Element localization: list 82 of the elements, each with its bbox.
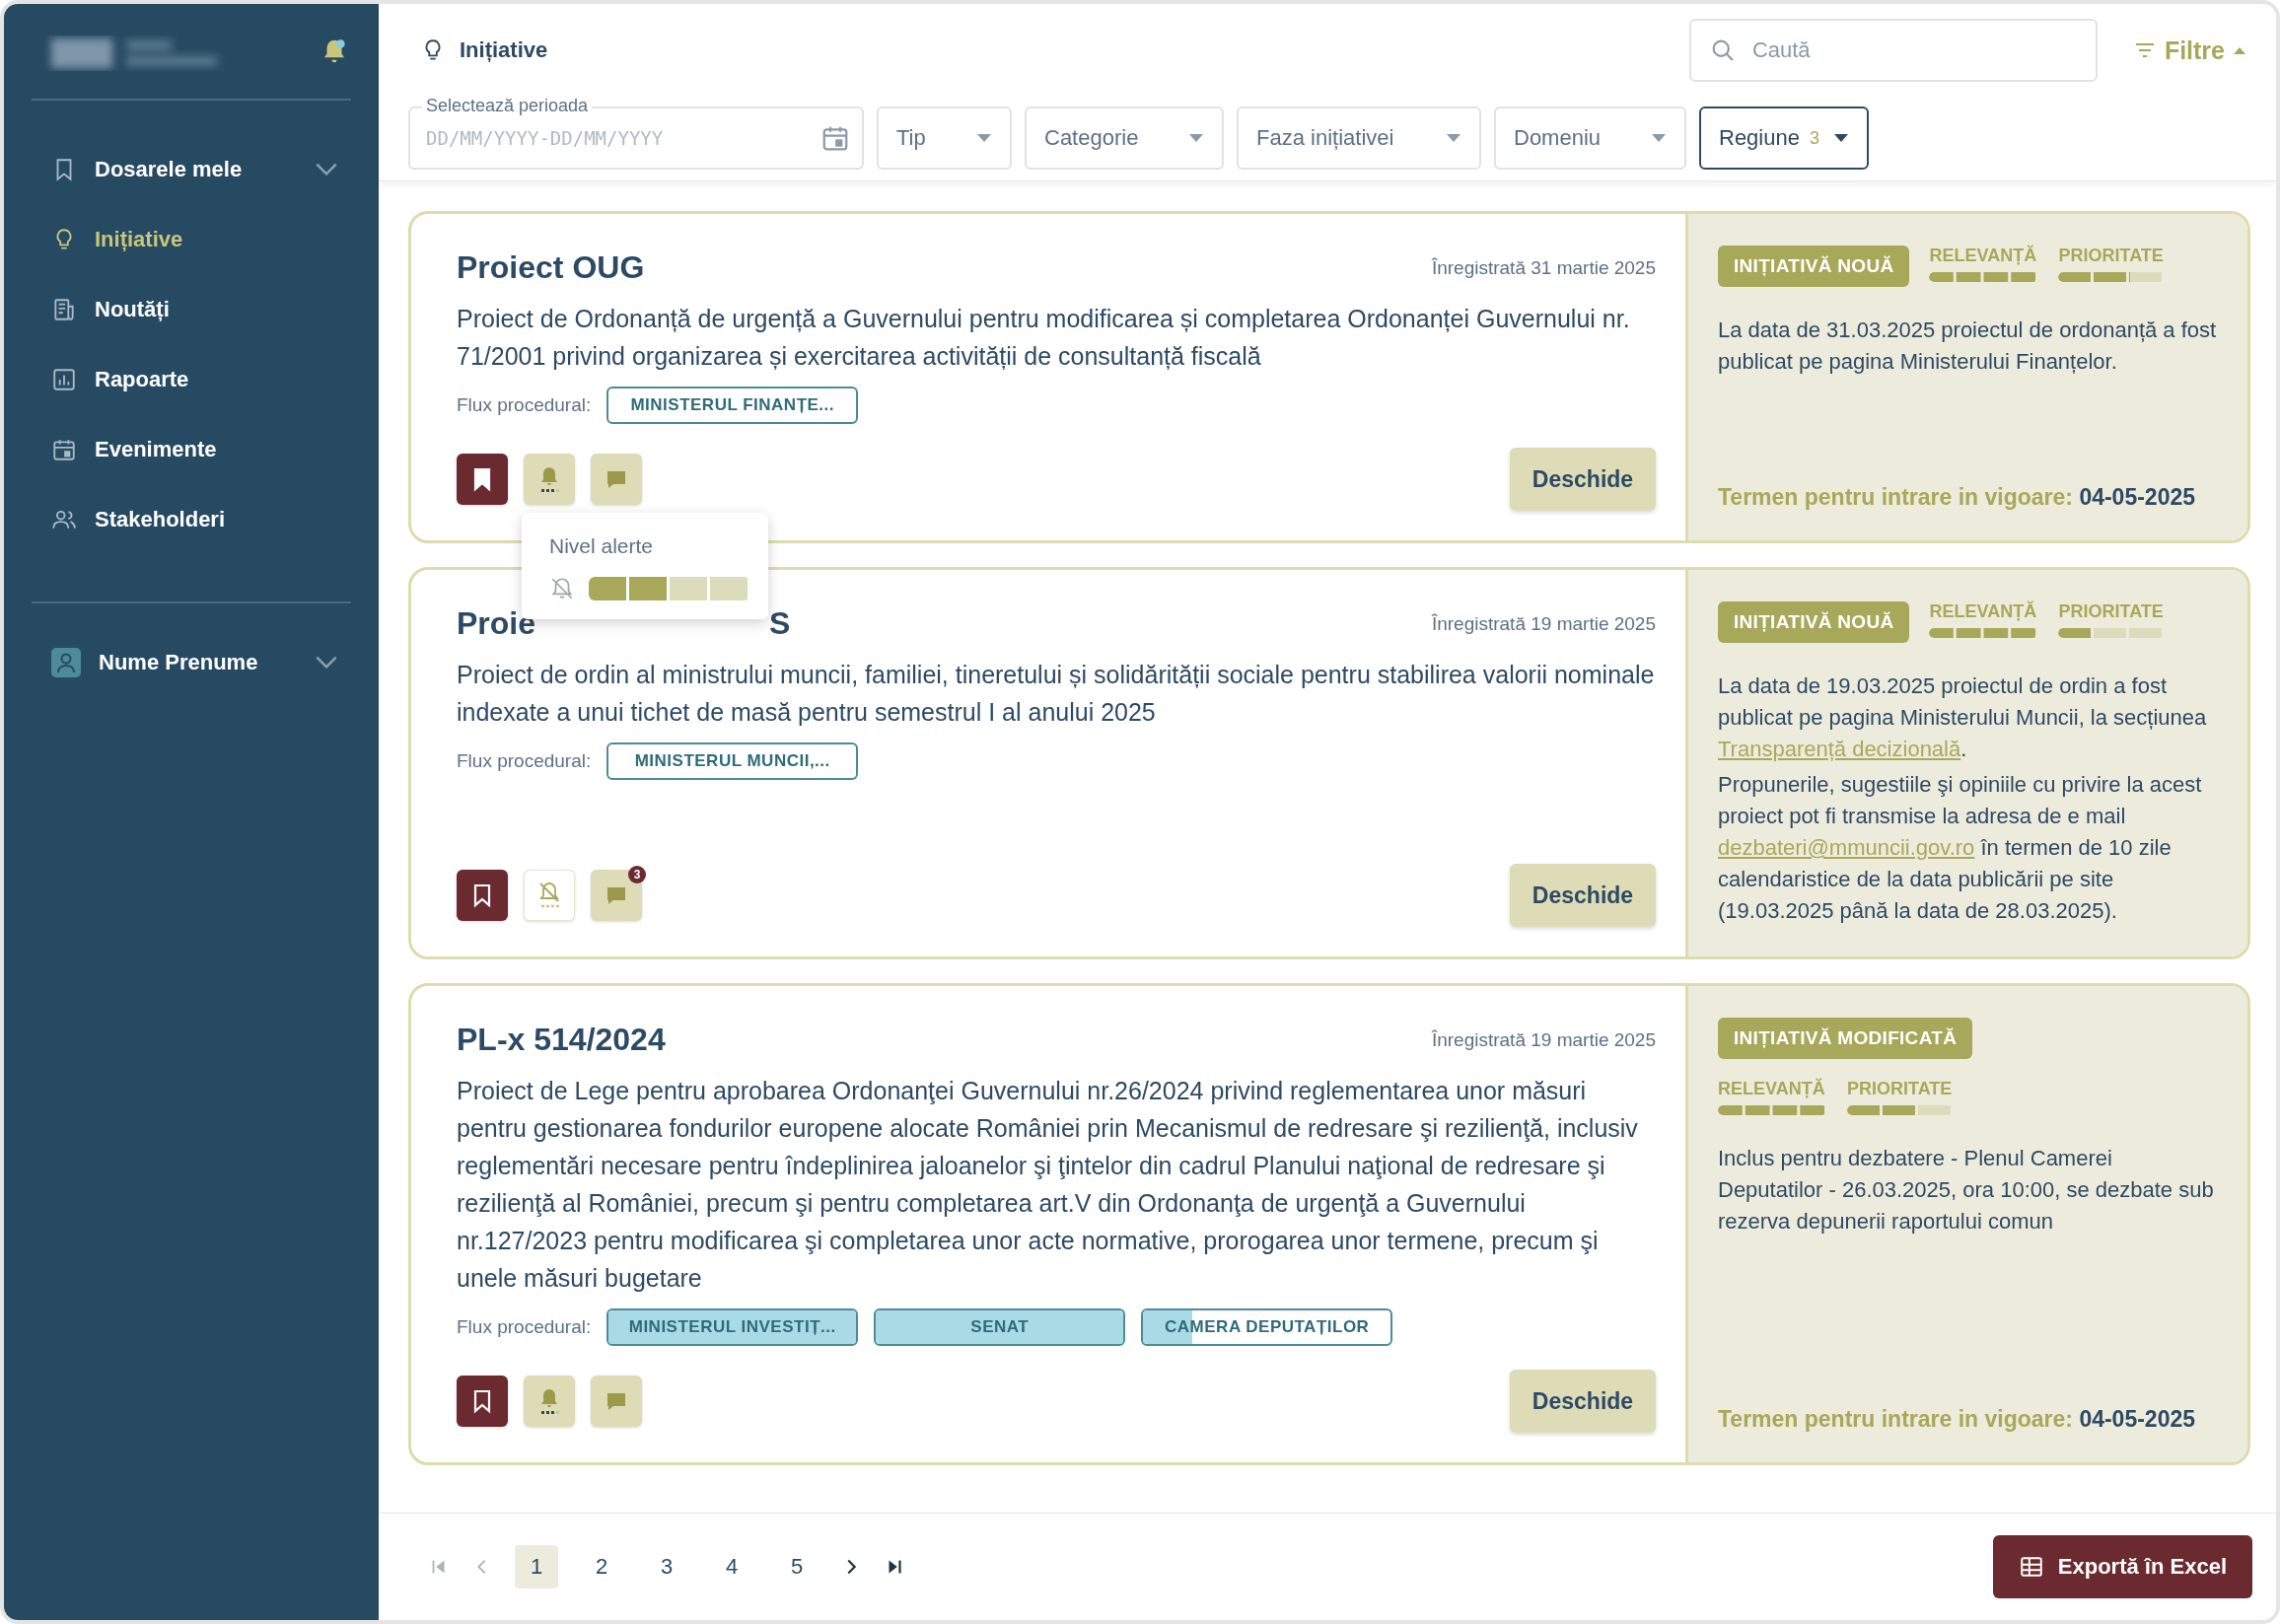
card-title: Proie	[457, 605, 537, 642]
sidebar-item[interactable]: Noutăți	[32, 280, 351, 338]
filter-dropdown[interactable]: Tip	[877, 106, 1012, 170]
bookmark-button[interactable]	[457, 454, 508, 505]
flux-label: Flux procedural:	[457, 394, 592, 416]
level-label: RELEVANȚĂ	[1929, 246, 2038, 266]
flux-label: Flux procedural:	[457, 750, 592, 772]
popover-title: Nivel alerte	[549, 534, 655, 558]
bookmark-icon	[471, 1388, 493, 1414]
registered-date: Înregistrată 19 martie 2025	[1431, 1028, 1656, 1051]
alerts-button[interactable]	[524, 454, 575, 505]
page-button[interactable]: 3	[645, 1545, 688, 1589]
search-field[interactable]: Caută	[1688, 19, 2098, 82]
status-badge: INIȚIATIVĂ MODIFICATĂ	[1718, 1018, 1973, 1059]
sidebar-item[interactable]: Stakeholderi	[32, 490, 351, 548]
flux-tag[interactable]: SENAT	[874, 1308, 1126, 1346]
caret-up-icon	[2233, 45, 2246, 55]
caret-down-icon	[1188, 133, 1204, 143]
bookmark-icon	[471, 883, 493, 908]
user-menu[interactable]: Nume Prenume	[32, 633, 351, 691]
sidebar-item[interactable]: Dosarele mele	[32, 140, 351, 198]
note-text: Inclus pentru dezbatere - Plenul Camerei Deputatilor - 26.03.2025, ora 10:00, se dezbate sub rezerva depunerii raportului comun	[1718, 1145, 2215, 1236]
news-icon	[51, 296, 77, 322]
level-label: PRIORITATE	[2058, 601, 2165, 622]
alerts-button[interactable]	[524, 870, 575, 921]
sidebar-item[interactable]: Rapoarte	[32, 350, 351, 408]
level-label: RELEVANȚĂ	[1929, 601, 2038, 622]
export-button[interactable]: Exportă în Excel	[1992, 1535, 2252, 1598]
open-button[interactable]: Deschide	[1510, 448, 1656, 511]
avatar-icon	[51, 647, 81, 677]
open-button[interactable]: Deschide	[1510, 864, 1656, 927]
caret-down-icon	[1446, 133, 1461, 143]
note-text: La data de 19.03.2025 proiectul de ordin a fost publicat pe pagina Ministerului Muncii, la secțiunea Transparență decizională.	[1718, 672, 2208, 763]
flux-label: Flux procedural:	[457, 1316, 592, 1338]
status-badge: INIȚIATIVĂ NOUĂ	[1718, 246, 1910, 287]
bookmark-icon	[471, 466, 493, 492]
card-description: Proiect de Ordonanță de urgență a Guvernului pentru modificarea și completarea Ordonanței Guvernului nr. 71/2001 privind organizarea și exercitarea activității de consultanță fiscală	[457, 304, 1631, 372]
sidebar-item[interactable]: Inițiative	[32, 210, 351, 268]
card-title: Proiect OUG	[457, 249, 645, 286]
note-text: La data de 31.03.2025 proiectul de ordonanță a fost publicat pe pagina Ministerului Finanțelor.	[1718, 317, 2218, 376]
deadline-text: Termen pentru intrare in vigoare: 04-05-2025	[1718, 483, 2197, 511]
page-title: Inițiative	[460, 37, 548, 63]
bookmark-button[interactable]	[457, 1376, 508, 1427]
caret-down-icon	[976, 133, 992, 143]
filter-dropdown[interactable]: Domeniu	[1494, 106, 1686, 170]
bookmark-button[interactable]	[457, 870, 508, 921]
alert-level-meter[interactable]	[589, 577, 750, 600]
page-button[interactable]: 2	[580, 1545, 623, 1589]
comments-button[interactable]	[591, 454, 642, 505]
card-title: S	[769, 605, 791, 642]
page-button[interactable]: 4	[710, 1545, 753, 1589]
caret-down-icon	[1651, 133, 1667, 143]
comment-count-badge: 3	[628, 866, 646, 883]
flux-tag[interactable]: MINISTERUL INVESTIȚ...	[606, 1308, 859, 1346]
card-title: PL-x 514/2024	[457, 1022, 666, 1058]
comments-button[interactable]	[591, 1376, 642, 1427]
level-label: PRIORITATE	[2058, 246, 2165, 266]
registered-date: Înregistrată 31 martie 2025	[1431, 256, 1656, 279]
alerts-button[interactable]	[524, 1376, 575, 1427]
page-button[interactable]: 1	[515, 1545, 558, 1589]
chevron-down-icon	[316, 656, 337, 669]
bell-off-icon[interactable]	[549, 576, 575, 601]
filter-dropdown[interactable]: Faza inițiativei	[1237, 106, 1481, 170]
filter-dropdown[interactable]: Regiune 3	[1699, 106, 1869, 170]
page-button[interactable]: 5	[775, 1545, 819, 1589]
sidebar-item[interactable]: Evenimente	[32, 420, 351, 478]
filter-dropdown[interactable]: Categorie	[1025, 106, 1224, 170]
caret-down-icon	[1832, 133, 1849, 143]
flux-tag[interactable]: CAMERA DEPUTAȚILOR	[1141, 1308, 1393, 1346]
card-description: Proiect de ordin al ministrului muncii, familiei, tineretului și solidărității sociale pentru stabilirea valorii nominale indexate a unui tichet de masă pentru semestrul I al anului 2025	[457, 660, 1656, 728]
deadline-text: Termen pentru intrare in vigoare: 04-05-2025	[1718, 1405, 2197, 1433]
chart-icon	[51, 366, 77, 392]
flux-tag[interactable]: MINISTERUL FINANȚE...	[606, 387, 859, 424]
level-label: RELEVANȚĂ	[1718, 1079, 1826, 1099]
table-icon	[2018, 1554, 2044, 1580]
status-badge: INIȚIATIVĂ NOUĂ	[1718, 601, 1910, 643]
level-label: PRIORITATE	[1847, 1079, 1954, 1099]
flux-tag[interactable]: MINISTERUL MUNCII,...	[606, 742, 859, 780]
open-button[interactable]: Deschide	[1510, 1370, 1656, 1433]
registered-date: Înregistrată 19 martie 2025	[1431, 612, 1656, 635]
card-description: Proiect de Lege pentru aprobarea Ordonanţei Guvernului nr.26/2024 privind reglementarea unor măsuri pentru gestionarea fondurilor europene alocate României prin Mecanismul de redresare şi rezilienţă, inclusiv reglementări necesare pentru îndeplinirea jaloanelor şi ţintelor din cadrul Planului naţional de redresare şi rezilienţă al României, precum şi pentru completarea art.V din Ordonanţa de urgenţă a Guvernului nr.127/2023 pentru modificarea şi completarea unor acte normative, prorogarea unor termene, precum şi unele măsuri bugetare	[457, 1076, 1639, 1294]
note-text: Propunerile, sugestiile şi opiniile cu privire la acest proiect pot fi transmise la adresa de e mail dezbateri@mmuncii.gov.ro în termen de 10 zile calendaristice de la data publicării pe site (19.03.2025 până la data de 28.03.2025).	[1718, 771, 2203, 925]
